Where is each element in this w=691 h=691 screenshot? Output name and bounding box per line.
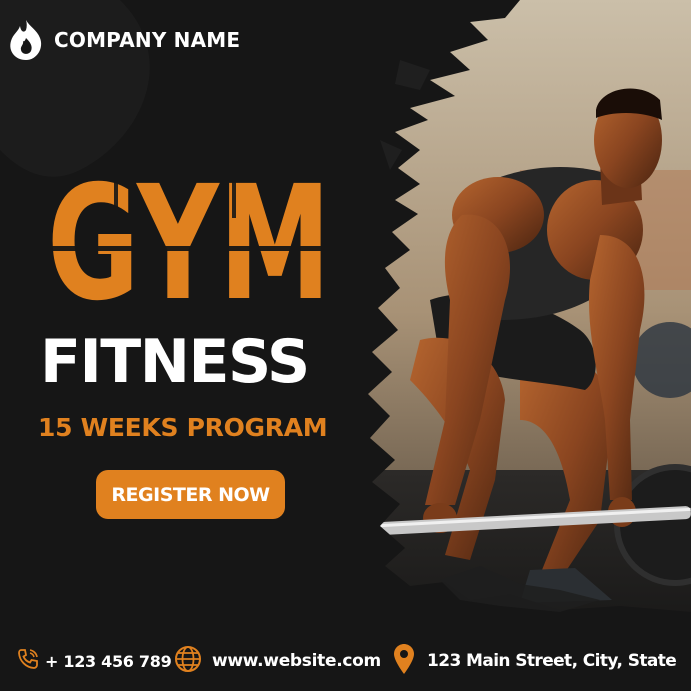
register-now-button[interactable]: REGISTER NOW [96, 470, 285, 519]
contact-phone[interactable]: + 123 456 789 [16, 638, 172, 684]
contact-website[interactable]: www.website.com [174, 638, 381, 684]
brand-logo [6, 18, 46, 62]
globe-icon [174, 645, 202, 677]
phone-number: + 123 456 789 [45, 651, 172, 671]
street-address: 123 Main Street, City, State [427, 651, 677, 671]
title-gym: GYM [44, 152, 334, 336]
program-duration: 15 WEEKS PROGRAM [38, 413, 328, 442]
phone-icon [16, 647, 40, 675]
gym-poster: COMPANY NAME GYM FITNESS 15 WEEKS PROGRA… [0, 0, 691, 691]
contact-address[interactable]: 123 Main Street, City, State [393, 638, 677, 684]
website-url: www.website.com [212, 651, 381, 671]
flame-logo-icon [10, 20, 42, 60]
title-fitness: FITNESS [40, 327, 310, 397]
company-name: COMPANY NAME [54, 28, 241, 52]
contact-bar: + 123 456 789 www.website.com 123 Main S… [0, 638, 691, 684]
location-pin-icon [393, 643, 415, 679]
title-gym-text: GYM [47, 158, 331, 316]
